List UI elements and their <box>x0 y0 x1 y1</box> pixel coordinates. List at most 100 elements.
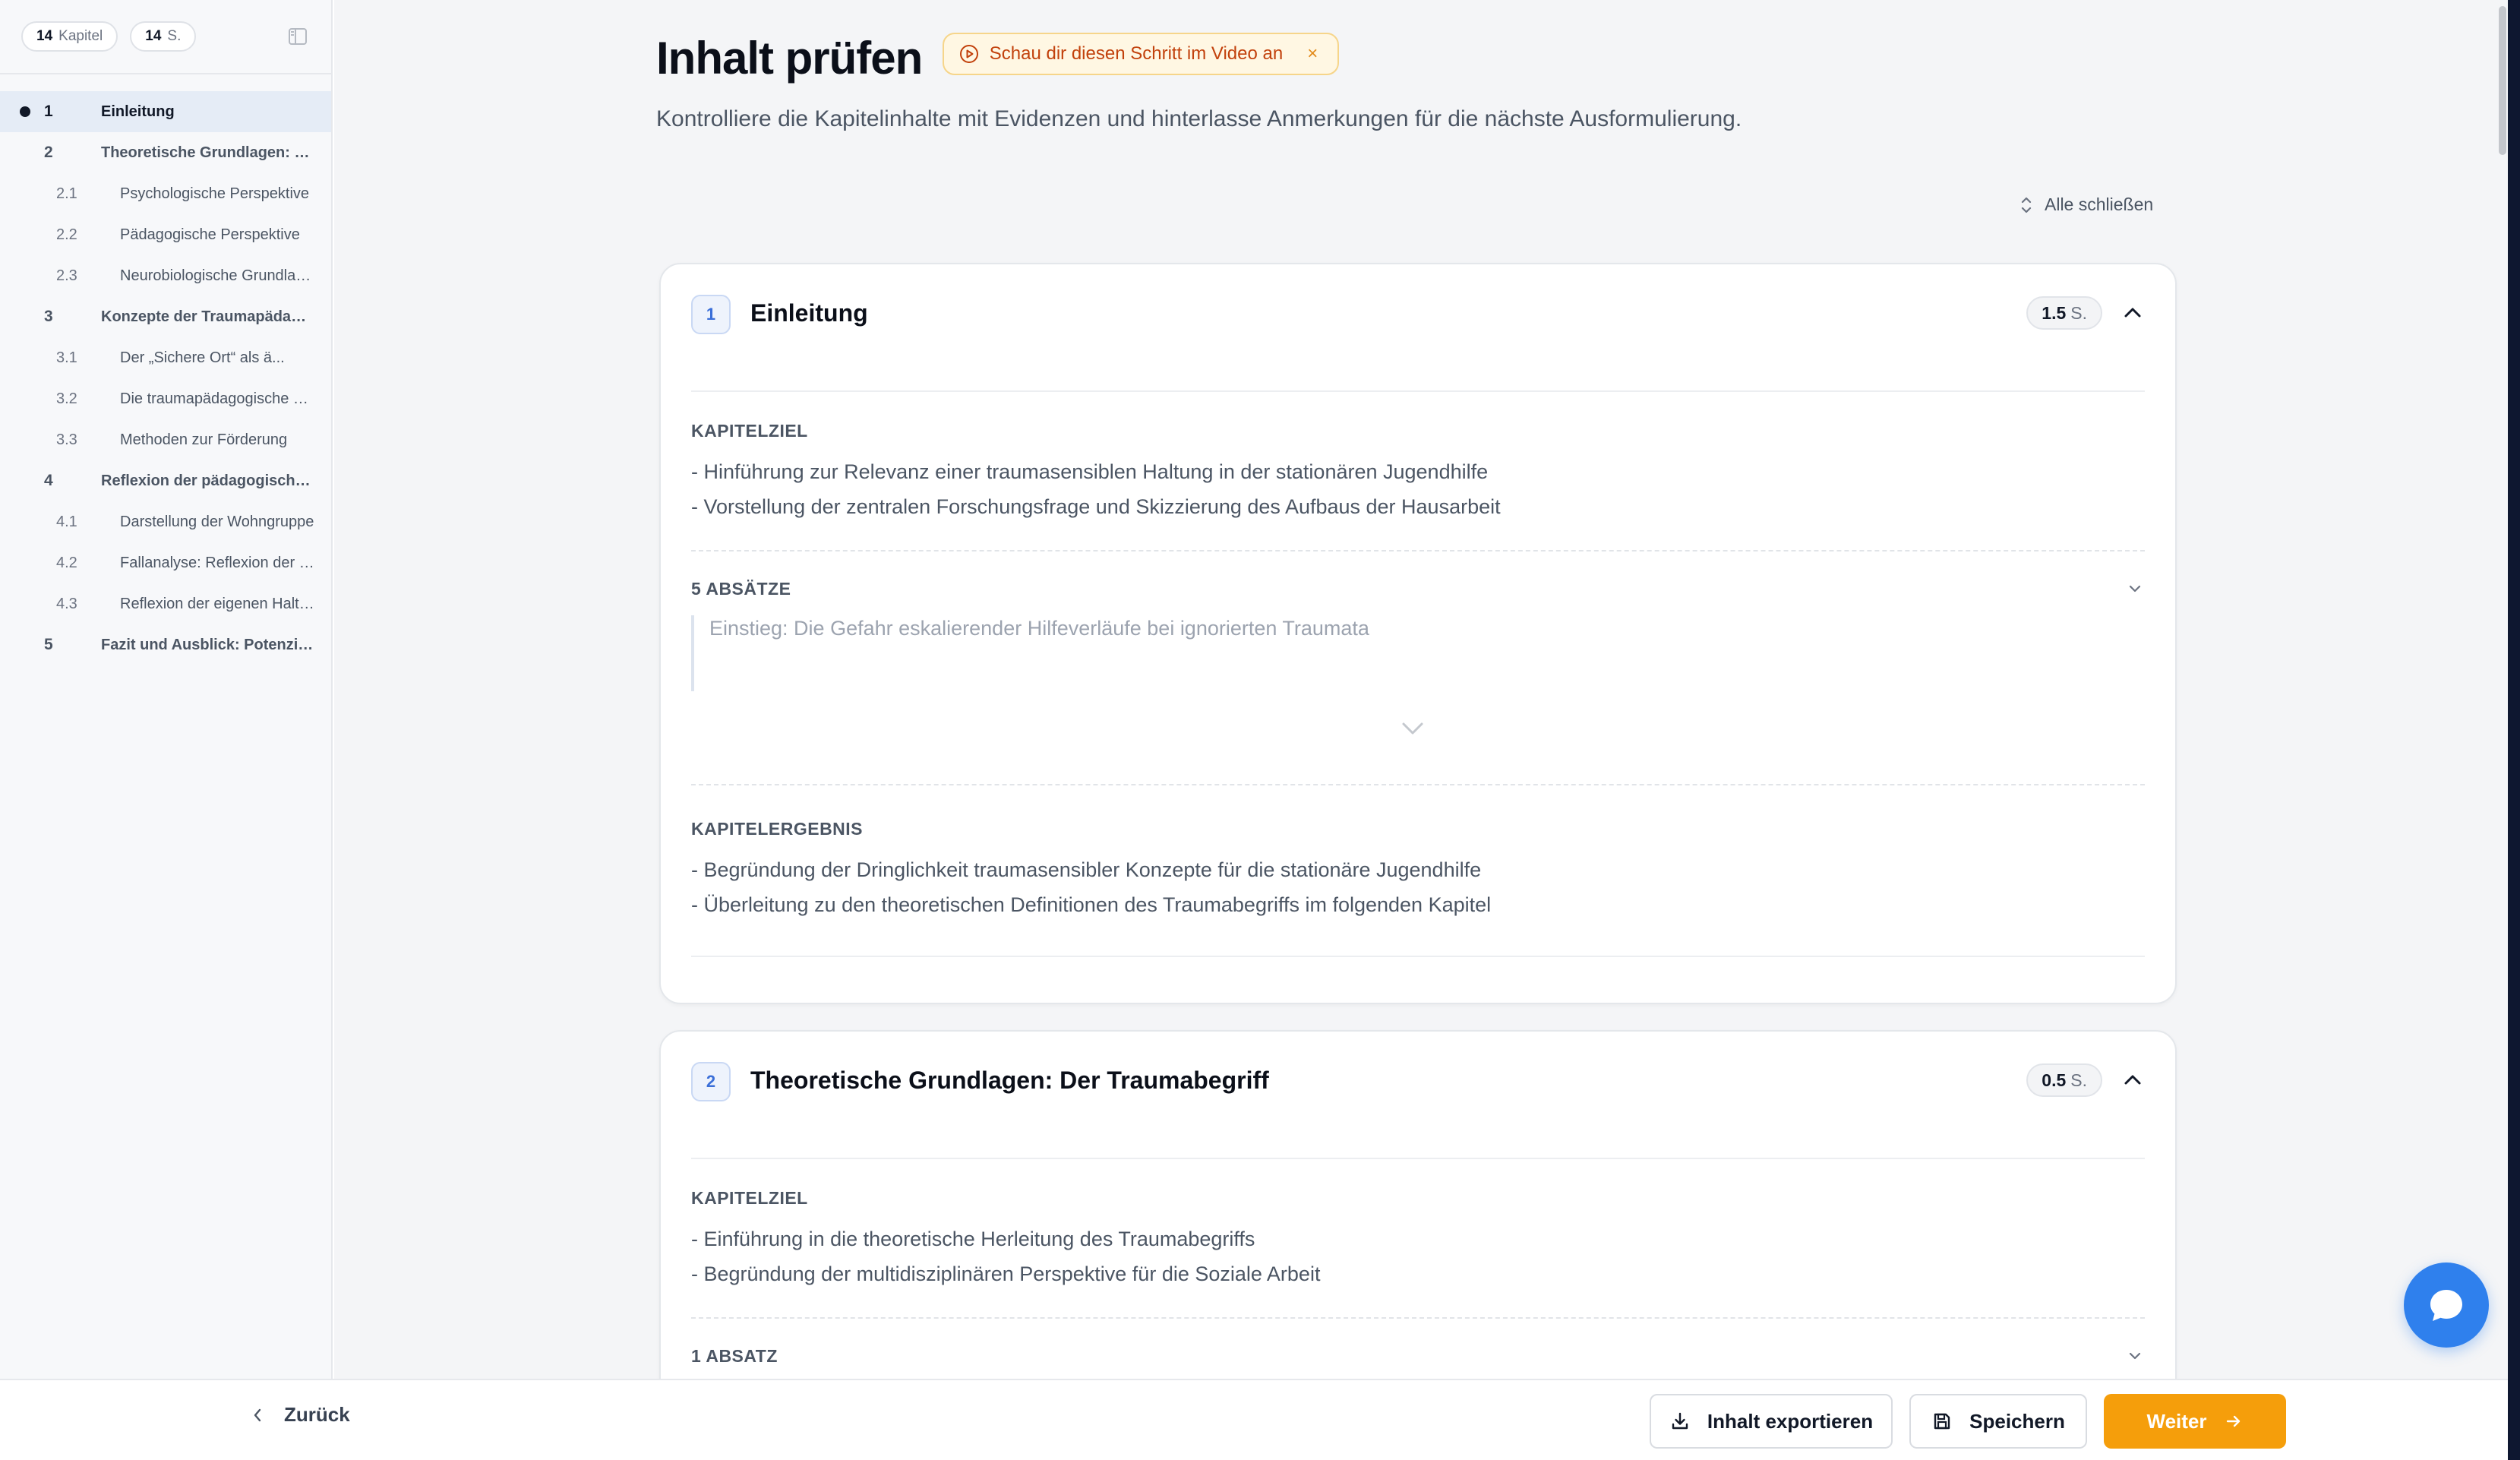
toc-item-3-3[interactable]: 3.3 Methoden zur Förderung <box>0 419 331 460</box>
chapter-number-badge: 1 <box>691 295 731 334</box>
chapter-number-badge: 2 <box>691 1062 731 1101</box>
download-icon <box>1672 1412 1688 1430</box>
chapter-goal-item: - Begründung der multidisziplinären Pers… <box>691 1262 1321 1285</box>
sidebar-header: 14 Kapitel 14 S. <box>0 0 331 74</box>
collapse-all-button[interactable]: Alle schließen <box>2019 194 2153 215</box>
back-button[interactable]: Zurück <box>251 1403 350 1427</box>
page-estimate-value: 0.5 <box>2042 1070 2067 1090</box>
toc-title: Darstellung der Wohngruppe <box>120 513 314 530</box>
toc-item-4-3[interactable]: 4.3 Reflexion der eigenen Haltung <box>0 583 331 624</box>
chat-bubble-icon <box>2430 1290 2462 1321</box>
paragraphs-label: 1 ABSATZ <box>691 1346 778 1366</box>
chevron-down-icon[interactable] <box>2125 579 2145 599</box>
footer-bar: Zurück Inhalt exportieren Speichern Weit… <box>0 1379 2508 1460</box>
divider <box>691 550 2145 551</box>
paragraph-preview-text: Einstieg: Die Gefahr eskalierender Hilfe… <box>709 617 1369 640</box>
toc-number: 3.3 <box>56 431 77 448</box>
chapter-count-value: 14 <box>36 28 53 44</box>
divider <box>691 1158 2145 1159</box>
export-button[interactable]: Inhalt exportieren <box>1650 1394 1893 1449</box>
toc-item-3-1[interactable]: 3.1 Der „Sichere Ort“ als ä... <box>0 337 331 378</box>
chevron-up-icon[interactable] <box>2121 301 2145 325</box>
chapter-sidebar: 14 Kapitel 14 S. 1 Einleitung 2 Theoreti… <box>0 0 333 1379</box>
toc-number: 3.1 <box>56 349 77 366</box>
save-icon <box>1934 1413 1950 1430</box>
toc-number: 1 <box>44 103 53 120</box>
page-estimate-badge: 1.5 S. <box>2026 296 2102 330</box>
toc-number: 3.2 <box>56 390 77 407</box>
chapter-title: Einleitung <box>750 299 868 327</box>
toc-title: Der „Sichere Ort“ als ä... <box>120 349 285 366</box>
toc-item-4-1[interactable]: 4.1 Darstellung der Wohngruppe <box>0 501 331 542</box>
chevrons-up-down-icon <box>2021 197 2032 213</box>
toc-item-2-2[interactable]: 2.2 Pädagogische Perspektive <box>0 214 331 255</box>
divider <box>691 390 2145 392</box>
page-count-label: S. <box>167 28 182 44</box>
chevron-up-icon[interactable] <box>2121 1068 2145 1092</box>
toc-item-2-1[interactable]: 2.1 Psychologische Perspektive <box>0 173 331 214</box>
toc-item-3[interactable]: 3 Konzepte der Traumapädagogik <box>0 296 331 337</box>
next-button[interactable]: Weiter <box>2104 1394 2286 1449</box>
active-dot-icon <box>20 106 30 117</box>
toc-title: Methoden zur Förderung <box>120 431 288 448</box>
chapter-result-item: - Begründung der Dringlichkeit traumasen… <box>691 858 1482 881</box>
page-estimate-value: 1.5 <box>2042 302 2067 323</box>
chapter-card-2: 2 Theoretische Grundlagen: Der Traumabeg… <box>659 1030 2177 1379</box>
scrollbar[interactable] <box>2496 0 2508 1379</box>
toc-number: 2.3 <box>56 267 77 284</box>
paragraphs-label: 5 ABSÄTZE <box>691 579 791 599</box>
toc-number: 4.1 <box>56 513 77 530</box>
toc-number: 4.3 <box>56 595 77 612</box>
chevron-left-icon <box>254 1408 261 1421</box>
table-of-contents: 1 Einleitung 2 Theoretische Grundlagen: … <box>0 74 331 665</box>
divider <box>691 956 2145 957</box>
page-estimate-badge: 0.5 S. <box>2026 1063 2102 1097</box>
scrollbar-thumb[interactable] <box>2499 6 2506 155</box>
chapter-card-header[interactable]: 1 Einleitung 1.5 S. <box>691 295 2145 340</box>
chapter-goal-label: KAPITELZIEL <box>691 1188 808 1208</box>
toc-title: Pädagogische Perspektive <box>120 226 300 243</box>
save-button[interactable]: Speichern <box>1909 1394 2087 1449</box>
toc-title: Neurobiologische Grundlagen <box>120 267 314 284</box>
back-label: Zurück <box>284 1403 350 1426</box>
toc-item-3-2[interactable]: 3.2 Die traumapädagogische Haltung <box>0 378 331 419</box>
toc-title: Die traumapädagogische Haltung <box>120 390 314 407</box>
divider <box>691 784 2145 785</box>
expand-chevron-icon[interactable] <box>1397 717 1428 740</box>
toc-title: Theoretische Grundlagen: Der Traumabegri… <box>101 144 314 161</box>
chapter-card-1: 1 Einleitung 1.5 S. KAPITELZIEL - Hinfüh… <box>659 263 2177 1004</box>
chapter-title: Theoretische Grundlagen: Der Traumabegri… <box>750 1067 1269 1094</box>
chevron-down-icon[interactable] <box>2125 1346 2145 1366</box>
video-hint-text: Schau dir diesen Schritt im Video an <box>989 43 1284 64</box>
toc-title: Einleitung <box>101 103 175 120</box>
chapter-result-label: KAPITELERGEBNIS <box>691 819 864 839</box>
toc-title: Fallanalyse: Reflexion der Praxis <box>120 554 314 571</box>
toc-item-1[interactable]: 1 Einleitung <box>0 91 331 132</box>
chapter-goal-label: KAPITELZIEL <box>691 421 808 441</box>
save-label: Speichern <box>1969 1409 2065 1433</box>
page-count-pill: 14 S. <box>130 21 197 52</box>
chapter-result-item: - Überleitung zu den theoretischen Defin… <box>691 893 1492 916</box>
page-header: Inhalt prüfen Schau dir diesen Schritt i… <box>656 32 1340 84</box>
page-title: Inhalt prüfen <box>656 33 923 84</box>
app-window: 14 Kapitel 14 S. 1 Einleitung 2 Theoreti… <box>0 0 2520 1460</box>
close-icon[interactable]: × <box>1307 43 1318 65</box>
video-hint-chip[interactable]: Schau dir diesen Schritt im Video an × <box>942 32 1340 75</box>
chat-button[interactable] <box>2404 1262 2489 1348</box>
toc-item-2-3[interactable]: 2.3 Neurobiologische Grundlagen <box>0 255 331 296</box>
toc-item-2[interactable]: 2 Theoretische Grundlagen: Der Traumabeg… <box>0 132 331 173</box>
paragraph-preview[interactable]: Einstieg: Die Gefahr eskalierender Hilfe… <box>691 615 2145 691</box>
page-estimate-unit: S. <box>2070 1070 2087 1090</box>
toc-title: Fazit und Ausblick: Potenziale <box>101 636 314 653</box>
sidebar-collapse-icon[interactable] <box>286 24 310 49</box>
toc-item-4[interactable]: 4 Reflexion der pädagogischen Praxis <box>0 460 331 501</box>
export-label: Inhalt exportieren <box>1707 1409 1874 1433</box>
collapse-all-label: Alle schließen <box>2045 194 2154 214</box>
chapter-card-header[interactable]: 2 Theoretische Grundlagen: Der Traumabeg… <box>691 1062 2145 1108</box>
arrow-right-icon <box>2226 1415 2240 1427</box>
toc-title: Reflexion der eigenen Haltung <box>120 595 314 612</box>
toc-number: 5 <box>44 636 53 653</box>
toc-title: Psychologische Perspektive <box>120 185 310 202</box>
toc-item-5[interactable]: 5 Fazit und Ausblick: Potenziale <box>0 624 331 665</box>
toc-item-4-2[interactable]: 4.2 Fallanalyse: Reflexion der Praxis <box>0 542 331 583</box>
